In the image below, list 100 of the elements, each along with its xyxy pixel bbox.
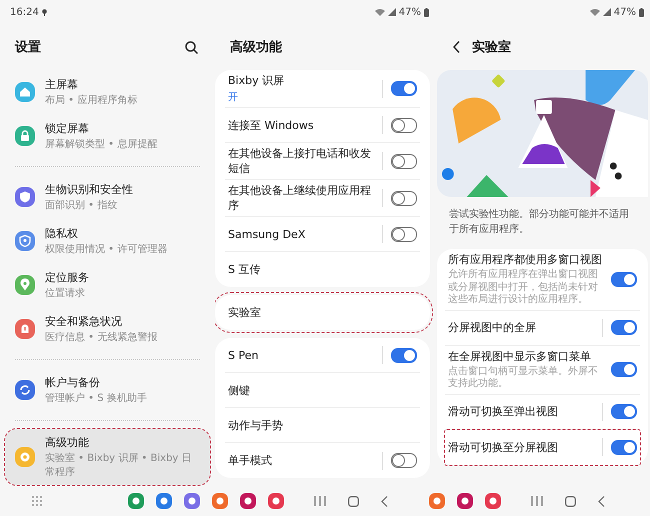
toggle-switch[interactable]: [391, 81, 417, 96]
notification-icon: [42, 8, 47, 16]
toggle-switch[interactable]: [611, 320, 637, 335]
app-icon[interactable]: [457, 493, 473, 509]
app-icon[interactable]: [156, 493, 172, 509]
item-subtitle: 面部识别 • 指纹: [45, 198, 118, 212]
apps-grid-icon[interactable]: [32, 496, 42, 506]
item-title: 隐私权: [45, 226, 79, 241]
settings-row[interactable]: 滑动可切换至弹出视图: [445, 394, 640, 430]
battery-icon: [639, 8, 644, 16]
item-subtitle: 管理帐户 • S 换机助手: [45, 392, 147, 405]
item-title: 安全和紧急状况: [45, 314, 123, 329]
row-label: 实验室: [228, 305, 262, 320]
item-subtitle: 医疗信息 • 无线紧急警报: [45, 330, 158, 344]
recents-icon[interactable]: [314, 496, 326, 506]
toggle-switch[interactable]: [391, 453, 417, 468]
item-subtitle: 位置请求: [45, 286, 86, 300]
item-subtitle: 权限使用情况 • 许可管理器: [45, 242, 168, 256]
settings-row[interactable]: 在全屏视图中显示多窗口菜单 点击窗口句柄可显示菜单。外屏不支持此功能。: [445, 346, 640, 394]
signal-icon: [602, 8, 611, 16]
row-label: Samsung DeX: [228, 228, 306, 240]
row-label: 在其他设备上接打电话和收发短信: [228, 146, 372, 176]
settings-row[interactable]: 侧键: [225, 373, 420, 408]
battery-icon: [424, 8, 429, 16]
item-title: 帐户与备份: [45, 375, 101, 390]
settings-row[interactable]: S Pen: [225, 338, 420, 373]
row-label: 滑动可切换至分屏视图: [448, 440, 559, 454]
row-label: 在全屏视图中显示多窗口菜单: [448, 348, 592, 364]
settings-item[interactable]: 主屏幕 布局 • 应用程序角标: [5, 70, 210, 114]
app-icon[interactable]: [485, 493, 501, 509]
settings-item[interactable]: 生物识别和安全性 面部识别 • 指纹: [5, 175, 210, 219]
settings-row[interactable]: 在其他设备上继续使用应用程序: [225, 180, 420, 217]
row-label: 所有应用程序都使用多窗口视图: [448, 252, 603, 267]
page-title: 设置: [15, 39, 41, 56]
item-subtitle: 屏幕解锁类型 • 息屏提醒: [45, 138, 158, 151]
settings-row[interactable]: 在其他设备上接打电话和收发短信: [225, 143, 420, 180]
settings-row[interactable]: 动作与手势: [225, 408, 420, 443]
row-label: 滑动可切换至弹出视图: [448, 404, 559, 419]
settings-item[interactable]: 帐户与备份 管理帐户 • S 换机助手: [5, 368, 210, 412]
page-description: 尝试实验性功能。部分功能可能并不适用于所有应用程序。: [448, 208, 630, 237]
row-description: 允许所有应用程序在弹出窗口视图或分屏视图中打开，包括尚未针对这些布局进行设计的应用程序。: [448, 269, 599, 306]
row-label: 分屏视图中的全屏: [448, 320, 537, 335]
row-label: 动作与手势: [228, 418, 284, 432]
toggle-switch[interactable]: [611, 362, 637, 377]
settings-row[interactable]: 单手模式: [225, 443, 420, 478]
toggle-switch[interactable]: [391, 154, 417, 168]
app-icon[interactable]: [212, 493, 228, 509]
row-label: 侧键: [228, 382, 251, 398]
settings-row[interactable]: 实验室: [225, 295, 420, 330]
row-label: S Pen: [228, 348, 260, 362]
app-icon[interactable]: [429, 493, 445, 509]
item-title: 生物识别和安全性: [45, 182, 133, 197]
row-label: S 互传: [228, 262, 262, 277]
page-title: 高级功能: [230, 38, 282, 56]
settings-row[interactable]: 连接至 Windows: [225, 108, 420, 143]
toggle-switch[interactable]: [391, 226, 417, 242]
status-time: 16:24: [10, 6, 39, 18]
app-icon[interactable]: [268, 493, 284, 509]
row-status: 开: [228, 91, 239, 104]
app-icon[interactable]: [240, 493, 256, 509]
row-description: 点击窗口句柄可显示菜单。外屏不支持此功能。: [448, 366, 599, 390]
settings-row[interactable]: 分屏视图中的全屏: [445, 310, 640, 346]
item-title: 主屏幕: [45, 77, 79, 92]
back-icon[interactable]: [453, 41, 460, 53]
signal-icon: [388, 8, 396, 16]
settings-item[interactable]: 安全和紧急状况 医疗信息 • 无线紧急警报: [5, 307, 210, 351]
settings-row[interactable]: 所有应用程序都使用多窗口视图 允许所有应用程序在弹出窗口视图或分屏视图中打开，包括尚未针对这些布局进行设计的应用程序。: [445, 249, 640, 310]
settings-item[interactable]: 定位服务 位置请求: [5, 263, 210, 307]
battery-percent: 47%: [614, 6, 636, 18]
wifi-icon: [374, 8, 385, 16]
settings-row[interactable]: Samsung DeX: [225, 217, 420, 252]
toggle-switch[interactable]: [611, 272, 637, 287]
battery-percent: 47%: [398, 6, 421, 18]
app-icon[interactable]: [128, 493, 144, 509]
item-subtitle: 实验室 • Bixby 识屏 • Bixby 日常程序: [45, 452, 193, 479]
toggle-switch[interactable]: [391, 190, 417, 206]
settings-row[interactable]: 滑动可切换至分屏视图: [445, 430, 640, 464]
row-label: Bixby 识屏: [228, 73, 286, 88]
recents-icon[interactable]: [531, 496, 543, 506]
toggle-switch[interactable]: [611, 440, 637, 454]
settings-item[interactable]: 隐私权 权限使用情况 • 许可管理器: [5, 219, 210, 263]
row-label: 连接至 Windows: [228, 118, 315, 132]
item-title: 定位服务: [45, 270, 89, 285]
settings-row[interactable]: S 互传: [225, 252, 420, 287]
item-title: 锁定屏幕: [45, 121, 90, 136]
search-icon[interactable]: [185, 40, 198, 54]
wifi-icon: [590, 8, 600, 16]
home-button-icon[interactable]: [348, 496, 359, 506]
app-icon[interactable]: [184, 493, 200, 509]
settings-item[interactable]: 锁定屏幕 屏幕解锁类型 • 息屏提醒: [5, 114, 210, 158]
toggle-switch[interactable]: [391, 118, 417, 132]
page-title: 实验室: [472, 38, 511, 56]
toggle-switch[interactable]: [611, 404, 637, 419]
item-subtitle: 布局 • 应用程序角标: [45, 94, 138, 107]
settings-row[interactable]: Bixby 识屏 开: [225, 70, 420, 108]
home-button-icon[interactable]: [565, 496, 576, 506]
row-label: 在其他设备上继续使用应用程序: [228, 183, 372, 213]
settings-item[interactable]: 高级功能 实验室 • Bixby 识屏 • Bixby 日常程序: [5, 429, 210, 485]
toggle-switch[interactable]: [391, 348, 417, 362]
item-title: 高级功能: [45, 435, 90, 450]
